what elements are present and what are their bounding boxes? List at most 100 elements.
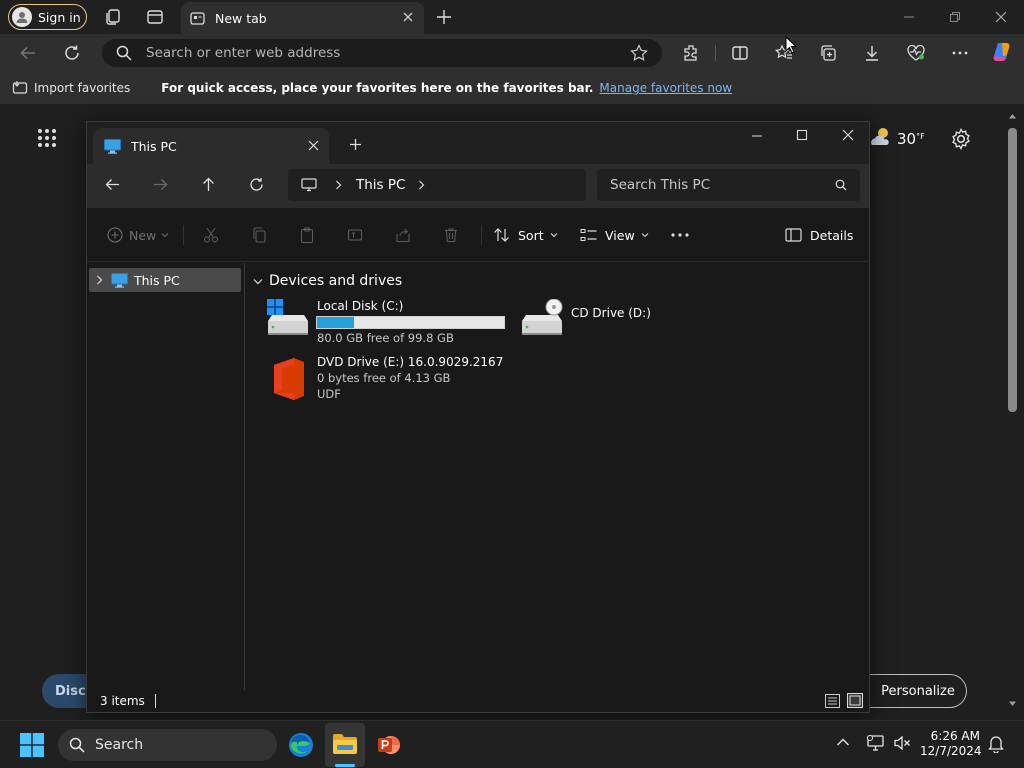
- nav-forward-icon[interactable]: [153, 177, 168, 192]
- share-button[interactable]: [395, 208, 411, 262]
- breadcrumb[interactable]: This PC: [288, 169, 586, 201]
- explorer-tab-this-pc[interactable]: This PC: [93, 128, 329, 164]
- drive-c-free-space: 80.0 GB free of 99.8 GB: [317, 331, 454, 345]
- back-icon[interactable]: [16, 41, 40, 65]
- show-hidden-icons-chevron-icon[interactable]: [836, 737, 850, 747]
- page-settings-gear-icon[interactable]: [950, 128, 972, 150]
- start-windows-icon[interactable]: [20, 733, 44, 757]
- sidebar-item-this-pc[interactable]: This PC: [89, 268, 241, 292]
- details-view-toggle-icon[interactable]: [825, 694, 840, 708]
- manage-favorites-link[interactable]: Manage favorites now: [599, 81, 732, 95]
- nav-back-icon[interactable]: [105, 177, 120, 192]
- add-explorer-tab-icon[interactable]: [349, 138, 362, 151]
- new-button[interactable]: New: [107, 208, 169, 262]
- scroll-up-icon[interactable]: [1008, 112, 1017, 120]
- restore-icon[interactable]: [943, 5, 967, 29]
- view-label: View: [605, 227, 635, 243]
- browser-essentials-icon[interactable]: [904, 41, 928, 65]
- taskbar-search-icon: [69, 737, 85, 753]
- explorer-navigation-bar: This PC Search This PC: [87, 164, 869, 208]
- cd-drive-icon: [520, 299, 564, 339]
- cmd-divider: [481, 225, 482, 245]
- weather-temperature[interactable]: 30 °F: [897, 130, 925, 148]
- explorer-minimize-icon[interactable]: [751, 130, 763, 142]
- favorites-bar: Import favorites For quick access, place…: [0, 72, 1024, 104]
- copy-button[interactable]: [251, 208, 267, 262]
- drive-c-usage-bar: [316, 316, 505, 329]
- delete-button[interactable]: [443, 208, 459, 262]
- explorer-content-pane: Devices and drives Local Disk (C:) 80.0 …: [246, 263, 869, 690]
- rename-icon: [347, 227, 363, 243]
- page-scrollbar-thumb[interactable]: [1008, 128, 1017, 412]
- paste-button[interactable]: [299, 208, 315, 262]
- sort-button[interactable]: Sort: [493, 208, 558, 262]
- nav-refresh-icon[interactable]: [249, 177, 264, 192]
- see-more-icon: [671, 233, 689, 237]
- file-explorer-window: This PC This PC Search This PC New Sort …: [86, 121, 870, 713]
- notifications-bell-icon[interactable]: [988, 735, 1004, 753]
- see-more-button[interactable]: [671, 208, 689, 262]
- tab-new-tab[interactable]: New tab: [181, 2, 424, 34]
- close-explorer-tab-icon[interactable]: [308, 140, 319, 151]
- close-tab-icon[interactable]: [402, 11, 414, 23]
- taskbar-search-box[interactable]: Search: [58, 729, 277, 761]
- view-chevron-icon: [641, 232, 649, 238]
- explorer-search-box[interactable]: Search This PC: [597, 169, 860, 201]
- powerpoint-app-icon[interactable]: [377, 733, 401, 757]
- address-placeholder: Search or enter web address: [146, 45, 341, 61]
- explorer-maximize-icon[interactable]: [796, 129, 808, 141]
- drive-dvd-e[interactable]: DVD Drive (E:) 16.0.9029.2167 0 bytes fr…: [266, 355, 526, 405]
- volume-muted-icon[interactable]: [893, 734, 911, 752]
- drive-cd-d[interactable]: CD Drive (D:): [520, 299, 670, 339]
- sidebar-expand-chevron-icon[interactable]: [96, 275, 103, 285]
- more-options-icon[interactable]: [948, 41, 972, 65]
- sign-in-label: Sign in: [38, 9, 81, 25]
- file-explorer-app-button[interactable]: [325, 723, 365, 767]
- clock-date: 12/7/2024: [920, 744, 982, 758]
- sign-in-button[interactable]: Sign in: [8, 4, 87, 30]
- tab-actions-icon[interactable]: [143, 5, 167, 29]
- breadcrumb-pc-icon: [301, 178, 317, 192]
- explorer-close-icon[interactable]: [842, 129, 854, 141]
- browser-tab-bar: Sign in New tab: [0, 0, 1024, 34]
- downloads-icon[interactable]: [860, 41, 884, 65]
- cut-button[interactable]: [203, 208, 219, 262]
- delete-trash-icon: [443, 227, 459, 243]
- collections-icon[interactable]: [816, 41, 840, 65]
- breadcrumb-separator-icon[interactable]: [335, 180, 342, 190]
- app-launcher-icon[interactable]: [37, 128, 57, 148]
- tiles-view-toggle-icon[interactable]: [847, 693, 863, 708]
- import-favorites-icon: [12, 80, 28, 96]
- weather-cloudy-icon: [870, 125, 890, 149]
- details-button[interactable]: Details: [785, 208, 853, 262]
- nav-up-icon[interactable]: [201, 177, 216, 192]
- devices-and-drives-header[interactable]: Devices and drives: [253, 273, 402, 289]
- scroll-down-icon[interactable]: [1008, 700, 1017, 708]
- taskbar-clock[interactable]: 6:26 AM 12/7/2024: [920, 729, 982, 759]
- split-screen-icon[interactable]: [728, 41, 752, 65]
- favorites-bar-hint: For quick access, place your favorites h…: [161, 81, 594, 95]
- favorite-star-icon[interactable]: [630, 44, 648, 62]
- refresh-icon[interactable]: [60, 41, 84, 65]
- personalize-button[interactable]: Personalize: [870, 674, 967, 708]
- import-favorites-button[interactable]: Import favorites: [34, 81, 130, 95]
- cut-icon: [203, 227, 219, 243]
- breadcrumb-item-this-pc[interactable]: This PC: [356, 177, 405, 193]
- extensions-icon[interactable]: [679, 41, 703, 65]
- drive-local-disk-c[interactable]: Local Disk (C:) 80.0 GB free of 99.8 GB: [266, 299, 506, 349]
- close-window-icon[interactable]: [989, 5, 1013, 29]
- details-label: Details: [810, 227, 854, 243]
- minimize-icon[interactable]: [897, 5, 921, 29]
- breadcrumb-expand-icon[interactable]: [418, 180, 425, 190]
- new-tab-plus-icon[interactable]: [432, 5, 456, 29]
- edge-app-icon[interactable]: [288, 732, 314, 758]
- network-icon[interactable]: [866, 734, 886, 752]
- workspaces-icon[interactable]: [101, 5, 125, 29]
- copilot-icon[interactable]: [990, 40, 1014, 64]
- view-button[interactable]: View: [580, 208, 649, 262]
- rename-button[interactable]: [347, 208, 363, 262]
- file-explorer-folder-icon: [332, 733, 358, 755]
- address-bar[interactable]: Search or enter web address: [102, 39, 662, 67]
- section-collapse-chevron-icon: [253, 278, 263, 285]
- sort-icon: [493, 227, 511, 243]
